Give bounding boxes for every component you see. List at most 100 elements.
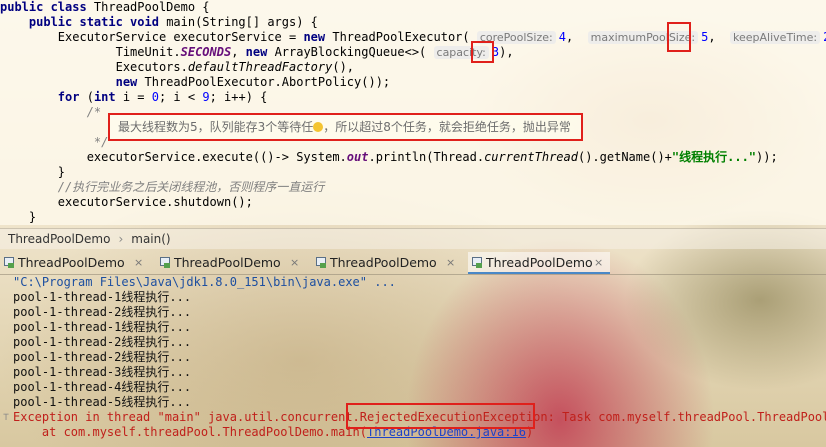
code-token: ThreadPoolDemo { bbox=[93, 0, 210, 14]
breadcrumb-separator: › bbox=[118, 232, 124, 246]
error-gutter-icon: ⊤ bbox=[3, 412, 10, 423]
code-token: ( bbox=[86, 90, 94, 104]
code-token: currentThread bbox=[484, 150, 578, 164]
code-line: } bbox=[0, 210, 36, 225]
console-output-line: pool-1-thread-1线程执行... bbox=[13, 320, 192, 334]
console-output-line: pool-1-thread-5线程执行... bbox=[13, 395, 192, 409]
close-icon[interactable]: × bbox=[134, 252, 143, 274]
code-token: } bbox=[0, 210, 37, 224]
breadcrumb: ThreadPoolDemo › main() bbox=[0, 228, 826, 249]
code-line: ExecutorService executorService = new Th… bbox=[0, 30, 826, 45]
close-icon[interactable]: × bbox=[290, 252, 299, 274]
code-token: ArrayBlockingQueue<>( bbox=[274, 45, 434, 59]
code-line: for (int i = 0; i < 9; i++) { bbox=[0, 90, 268, 105]
code-token: ExecutorService executorService = bbox=[0, 30, 304, 44]
code-line: /* bbox=[0, 105, 101, 120]
code-token: out bbox=[346, 150, 369, 164]
code-token: SECONDS bbox=[180, 45, 232, 59]
code-token: , bbox=[565, 30, 588, 44]
code-token: .println(Thread. bbox=[368, 150, 485, 164]
console-command-line: "C:\Program Files\Java\jdk1.8.0_151\bin\… bbox=[13, 275, 396, 289]
code-token: Executors. bbox=[0, 60, 188, 74]
highlight-capacity bbox=[471, 41, 494, 63]
stack-prefix: at com.myself.threadPool.ThreadPoolDemo.… bbox=[13, 425, 368, 439]
code-token: , bbox=[708, 30, 731, 44]
code-line: public static void main(String[] args) { bbox=[0, 15, 318, 30]
run-tab-label: ThreadPoolDemo bbox=[486, 255, 593, 270]
run-tab-label: ThreadPoolDemo bbox=[330, 255, 437, 270]
code-token: defaultThreadFactory bbox=[187, 60, 333, 74]
highlight-max-pool-size bbox=[667, 22, 691, 52]
code-line: Executors.defaultThreadFactory(), bbox=[0, 60, 354, 75]
console-output-line: pool-1-thread-3线程执行... bbox=[13, 365, 192, 379]
code-token: i = bbox=[122, 90, 152, 104]
code-line: //执行完业务之后关闭线程池，否则程序一直运行 bbox=[0, 180, 324, 195]
code-token: executorService.shutdown(); bbox=[0, 195, 253, 209]
code-token: 4 bbox=[558, 30, 566, 44]
code-line: TimeUnit.SECONDS, new ArrayBlockingQueue… bbox=[0, 45, 514, 60]
close-icon[interactable]: × bbox=[594, 252, 603, 274]
run-tab-active[interactable]: ThreadPoolDemo × bbox=[468, 252, 610, 274]
console-output-line: pool-1-thread-2线程执行... bbox=[13, 335, 192, 349]
code-token: (), bbox=[332, 60, 355, 74]
code-token: new bbox=[245, 45, 275, 59]
comment-text-part1: 最大线程数为5，队列能存3个等待任 bbox=[118, 120, 314, 134]
run-config-icon bbox=[472, 257, 482, 268]
code-line: executorService.shutdown(); bbox=[0, 195, 253, 210]
code-token: } bbox=[0, 165, 66, 179]
exception-suffix: : Task com.myself.threadPool.ThreadPoolD… bbox=[547, 410, 826, 424]
console-output-line: pool-1-thread-2线程执行... bbox=[13, 350, 192, 364]
run-tab[interactable]: ThreadPoolDemo × bbox=[0, 252, 154, 274]
console-output-line: pool-1-thread-2线程执行... bbox=[13, 305, 192, 319]
code-line: */ bbox=[0, 135, 108, 150]
code-token: ().getName()+ bbox=[577, 150, 672, 164]
lightbulb-icon[interactable] bbox=[313, 122, 324, 132]
run-config-icon bbox=[316, 257, 326, 268]
code-token: new bbox=[115, 75, 145, 89]
code-token: ; i < bbox=[158, 90, 203, 104]
code-token: "线程执行..." bbox=[671, 150, 757, 164]
code-token: ), bbox=[499, 45, 514, 59]
run-tabs: ThreadPoolDemo × ThreadPoolDemo × Thread… bbox=[0, 252, 826, 275]
run-config-icon bbox=[4, 257, 14, 268]
param-hint: keepAliveTime: bbox=[730, 31, 821, 44]
run-tab[interactable]: ThreadPoolDemo × bbox=[156, 252, 310, 274]
code-line: } bbox=[0, 165, 65, 180]
code-token: public class bbox=[0, 0, 94, 14]
code-token: ; i++) { bbox=[209, 90, 268, 104]
code-token: ThreadPoolExecutor( bbox=[332, 30, 477, 44]
run-tab[interactable]: ThreadPoolDemo × bbox=[312, 252, 466, 274]
code-token: 0 bbox=[151, 90, 159, 104]
breadcrumb-method[interactable]: main() bbox=[131, 232, 170, 246]
code-token: for bbox=[57, 90, 87, 104]
console-output-line: pool-1-thread-1线程执行... bbox=[13, 290, 192, 304]
run-tab-label: ThreadPoolDemo bbox=[174, 255, 281, 270]
code-token: )); bbox=[756, 150, 778, 164]
run-tab-label: ThreadPoolDemo bbox=[18, 255, 125, 270]
code-token: /* bbox=[86, 105, 102, 119]
code-line: new ThreadPoolExecutor.AbortPolicy()); bbox=[0, 75, 391, 90]
comment-annotation: 最大线程数为5，队列能存3个等待任 ，所以超过8个任务，就会拒绝任务，抛出异常 bbox=[108, 113, 583, 141]
code-token: */ bbox=[93, 135, 109, 149]
code-token: //执行完业务之后关闭线程池，否则程序一直运行 bbox=[57, 180, 325, 194]
breadcrumb-class[interactable]: ThreadPoolDemo bbox=[8, 232, 110, 246]
exception-prefix: Exception in thread "main" java.util.con… bbox=[13, 410, 360, 424]
code-token: new bbox=[303, 30, 333, 44]
run-config-icon bbox=[160, 257, 170, 268]
code-token: , bbox=[231, 45, 246, 59]
code-token: ThreadPoolExecutor.AbortPolicy()); bbox=[144, 75, 391, 89]
code-token: main(String[] args) { bbox=[166, 15, 318, 29]
highlight-exception bbox=[346, 403, 535, 429]
code-line: executorService.execute(()-> System.out.… bbox=[0, 150, 778, 165]
code-token: TimeUnit. bbox=[0, 45, 181, 59]
comment-text-part2: ，所以超过8个任务，就会拒绝任务，抛出异常 bbox=[323, 120, 571, 134]
close-icon[interactable]: × bbox=[446, 252, 455, 274]
code-line: public class ThreadPoolDemo { bbox=[0, 0, 210, 15]
code-token: 9 bbox=[202, 90, 210, 104]
